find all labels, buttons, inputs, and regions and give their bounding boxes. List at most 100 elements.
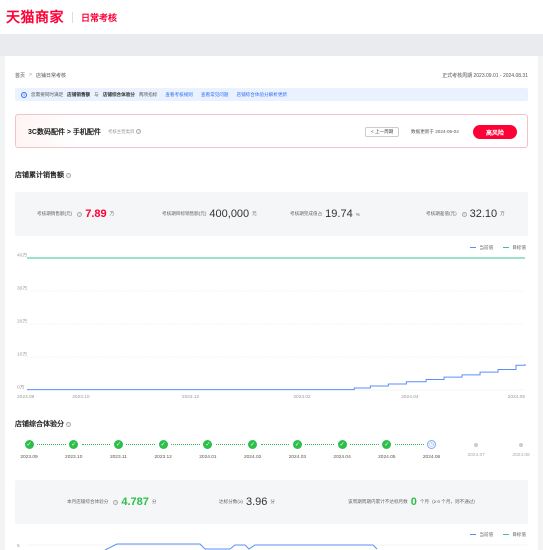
experience-chart-legend: 当前值 目标值: [470, 532, 526, 538]
y-tick-label: 20万: [17, 319, 27, 325]
timeline-label: 2024.03: [288, 455, 307, 460]
timeline-label: 2024.08: [512, 452, 530, 458]
stat-target: 考核期目标销售额(元) 400,000 元: [162, 208, 257, 220]
cycle-value: 0: [410, 496, 417, 508]
timeline-label: 2023.12: [154, 455, 172, 460]
legend-current[interactable]: 当前值: [470, 245, 493, 251]
timeline-label: 2024.07: [467, 452, 485, 458]
pending-dot: [474, 442, 479, 447]
x-tick-label: 2024.02: [293, 394, 311, 400]
timeline-label: 2023.09: [20, 455, 38, 460]
target-value: 400,000: [209, 208, 250, 220]
experience-update-link[interactable]: 店铺综合体验分解析更新: [236, 92, 287, 98]
help-icon[interactable]: ?: [113, 499, 119, 505]
notice-banner: i 您需要同时满足 店铺销售额 与 店铺综合体验分 两项指标 查看考核规则 查看…: [15, 88, 528, 101]
completion-value: 19.74: [325, 208, 353, 220]
stat-sales: 考核期销售额(元)? 7.89 万: [37, 208, 115, 220]
timeline-month-2024.03[interactable]: ✓ 2024.03: [277, 440, 317, 460]
breadcrumb-current: 店铺日常考核: [35, 73, 66, 79]
sales-value: 7.89: [85, 208, 107, 220]
y-tick-label: 5: [17, 543, 20, 549]
breadcrumb-separator-icon: >: [29, 72, 32, 78]
experience-stats: 本月店铺综合体验分? 4.787 分 达标分数(≥) 3.96 分 该周期周期内…: [15, 480, 528, 524]
risk-badge[interactable]: 高风险: [473, 125, 517, 139]
timeline-label: 2024.05: [378, 455, 396, 460]
y-tick-label: 0万: [17, 385, 25, 391]
timeline-month-2024.04[interactable]: ✓ 2024.04: [322, 440, 362, 460]
timeline-month-2023.10[interactable]: ✓ 2023.10: [54, 440, 94, 460]
help-icon[interactable]: ?: [77, 211, 83, 217]
help-icon[interactable]: ?: [136, 129, 142, 135]
y-tick-label: 40万: [17, 253, 27, 259]
timeline-month-2023.11[interactable]: ✓ 2023.11: [98, 440, 138, 460]
page-subtitle: 日常考核: [81, 12, 118, 23]
standard-value: 3.96: [245, 496, 268, 508]
x-tick-label: 2024.04: [401, 394, 419, 400]
check-icon: ✓: [203, 440, 213, 449]
check-icon: ✓: [382, 440, 392, 449]
x-tick-label: 2024.06: [508, 394, 526, 400]
category-hint: 考核主营类目?: [108, 129, 142, 135]
timeline-label: 2024.02: [243, 455, 262, 460]
notice-prefix: 您需要同时满足: [31, 91, 64, 97]
timeline-month-2024.08[interactable]: 2024.08: [501, 440, 541, 458]
x-tick-label: 2023.12: [182, 394, 200, 400]
timeline-month-2024.05[interactable]: ✓ 2024.05: [367, 440, 407, 460]
faq-link[interactable]: 查看常见问题: [201, 92, 229, 98]
timeline-month-2024.01[interactable]: ✓ 2024.01: [188, 440, 228, 460]
timeline-month-2024.02[interactable]: ✓ 2024.02: [233, 440, 273, 460]
sales-section-title: 店铺累计销售额?: [15, 172, 71, 179]
category-card: 3C数码配件 > 手机配件 考核主营类目? < 上一周期 数据更新于 2024-…: [15, 114, 528, 148]
check-icon: ✓: [292, 440, 302, 449]
breadcrumb: 首页 > 店铺日常考核: [15, 72, 66, 79]
help-icon[interactable]: ?: [66, 172, 71, 178]
notice-connector: 与: [94, 91, 99, 97]
y-tick-label: 30万: [17, 286, 27, 292]
notice-metric-a: 店铺销售额: [67, 91, 91, 97]
legend-target[interactable]: 目标值: [503, 245, 526, 251]
rules-link[interactable]: 查看考核规则: [165, 92, 193, 98]
previous-period-button[interactable]: < 上一周期: [365, 127, 400, 137]
timeline-month-2023.09[interactable]: ✓ 2023.09: [9, 440, 49, 460]
help-icon[interactable]: ?: [66, 421, 71, 427]
timeline-label: 2023.11: [109, 455, 127, 460]
clock-icon: ◷: [427, 440, 437, 449]
timeline-label: 2024.01: [199, 455, 217, 460]
help-icon[interactable]: ?: [461, 211, 467, 217]
notice-suffix: 两项指标: [138, 91, 158, 97]
month-score-value: 4.787: [121, 496, 149, 508]
y-tick-label: 10万: [17, 352, 27, 358]
data-updated-time: 数据更新于 2024-06-04: [411, 129, 459, 134]
check-icon: ✓: [248, 440, 258, 449]
tmall-logo[interactable]: 天猫商家: [6, 7, 64, 27]
experience-line-chart: 5: [17, 543, 527, 550]
info-icon: i: [21, 91, 27, 98]
stat-gap: 考核期差值(元)? 32.10 万: [426, 208, 505, 220]
check-icon: ✓: [69, 440, 79, 449]
logo-divider: [72, 11, 73, 23]
sales-line-chart: 40万 30万 20万 10万 0万 2023.09 2023.10 2023.12 2024.…: [17, 253, 526, 400]
timeline-label: 2023.10: [65, 455, 83, 460]
breadcrumb-home[interactable]: 首页: [15, 72, 25, 79]
experience-section-title: 店铺综合体验分?: [15, 421, 71, 428]
legend-target[interactable]: 目标值: [503, 532, 526, 538]
category-title: 3C数码配件 > 手机配件: [28, 129, 101, 136]
check-icon: ✓: [158, 440, 168, 449]
main-panel: 首页 > 店铺日常考核 正式考核周期 2023.09.01 - 2024.08.…: [5, 56, 538, 550]
timeline-month-2024.06[interactable]: ◷ 2024.06: [412, 440, 452, 460]
pending-dot: [519, 442, 523, 447]
timeline-label: 2024.06: [422, 455, 441, 460]
assessment-period: 正式考核周期 2023.09.01 - 2024.08.31: [442, 73, 528, 79]
check-icon: ✓: [113, 440, 123, 449]
cycle-note: (≥ 6 个月，则不通过): [432, 499, 475, 504]
header-spacer: [0, 34, 543, 56]
legend-current[interactable]: 当前值: [470, 532, 493, 538]
sales-stats: 考核期销售额(元)? 7.89 万 考核期目标销售额(元) 400,000 元 …: [15, 192, 528, 236]
x-tick-label: 2023.10: [72, 394, 90, 400]
notice-metric-b: 店铺综合体验分: [102, 91, 135, 97]
timeline-month-2023.12[interactable]: ✓ 2023.12: [143, 440, 183, 460]
timeline-month-2024.07[interactable]: 2024.07: [456, 440, 496, 458]
series-line-current: [27, 363, 526, 391]
monthly-timeline: ✓ 2023.09 ✓ 2023.10 ✓ 2023.11 ✓ 2023.12 ✓ 2024.01…: [15, 440, 530, 470]
gap-value: 32.10: [469, 208, 498, 220]
